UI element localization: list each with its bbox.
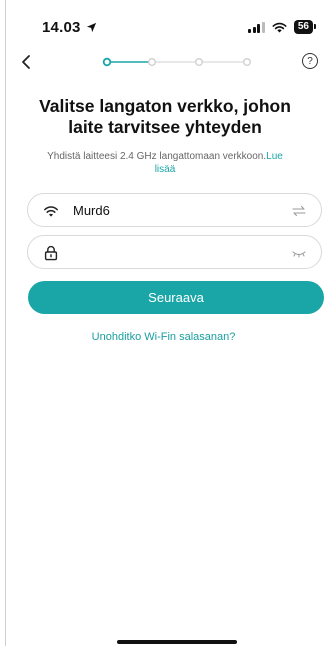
chevron-left-icon [22,55,30,69]
subtitle-text: Yhdistä laitteesi 2.4 GHz langattomaan v… [47,151,267,162]
status-bar: 14.03 56 [0,0,327,54]
forgot-password-link[interactable]: Unohditko Wi-Fin salasanan? [0,331,327,343]
step-dot-3 [194,58,203,66]
password-field[interactable] [27,235,322,269]
nav-bar: ? [0,50,327,76]
eye-closed-icon[interactable] [291,246,307,260]
step-dot-1 [102,57,112,67]
wifi-network-name: Murd6 [73,203,110,218]
time-label: 14.03 [42,19,81,36]
step-dot-4 [242,58,251,66]
wifi-icon [44,206,58,217]
swap-arrows-icon[interactable] [291,204,307,218]
help-icon: ? [307,55,313,67]
back-button[interactable] [16,51,38,73]
next-button[interactable]: Seuraava [28,281,324,314]
battery-level: 56 [297,21,309,32]
wifi-icon [272,22,287,32]
password-input[interactable] [73,242,293,264]
help-button[interactable]: ? [302,53,318,69]
home-indicator[interactable] [117,640,237,644]
battery-icon: 56 [293,20,317,34]
window-edge [5,0,6,646]
page-title: Valitse langaton verkko, johon laite tar… [39,96,291,137]
location-arrow-icon [86,22,96,33]
lock-icon [44,245,58,261]
page-subtitle: Yhdistä laitteesi 2.4 GHz langattomaan v… [38,150,292,176]
step-progress [102,57,251,67]
signal-icon [248,21,265,33]
step-dot-2 [148,58,157,66]
wifi-network-field[interactable]: Murd6 [27,193,322,227]
status-icons: 56 [248,20,317,34]
status-time: 14.03 [42,19,97,36]
